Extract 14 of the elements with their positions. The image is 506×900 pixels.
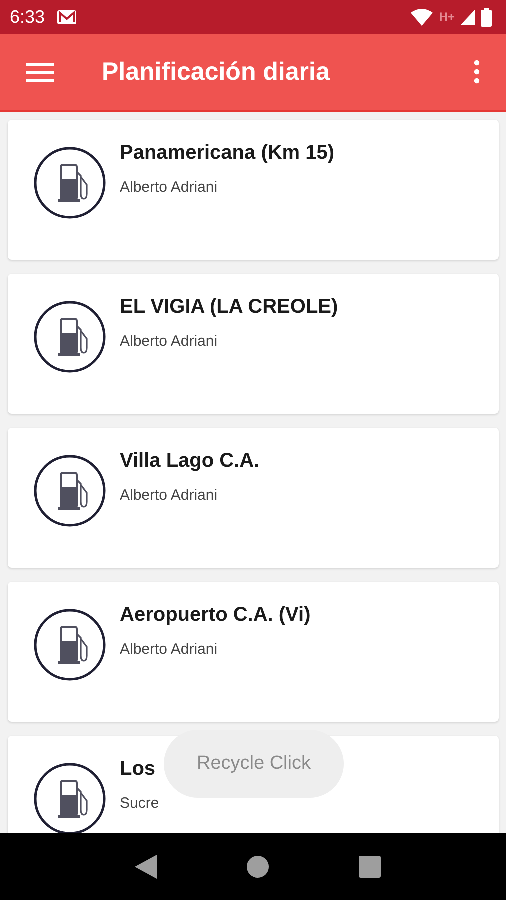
station-location: Alberto Adriani <box>120 333 219 350</box>
station-name: Panamericana (Km 15) <box>120 142 335 165</box>
station-name: Aeropuerto C.A. (Vi) <box>120 604 311 627</box>
station-name: EL VIGIA (LA CREOLE) <box>120 296 338 319</box>
station-location: Alberto Adriani <box>120 641 219 658</box>
screen-title: Planificación diaria <box>102 58 330 86</box>
click-toast: Recycle Click <box>164 730 344 798</box>
clock-time: 6:33 <box>10 6 46 28</box>
network-type: H+ <box>439 10 455 24</box>
station-location: Sucre <box>120 795 160 812</box>
station-location: Alberto Adriani <box>120 179 219 196</box>
station-name: Los <box>120 758 157 781</box>
station-location: Alberto Adriani <box>120 487 219 504</box>
station-name: Villa Lago C.A. <box>120 450 260 473</box>
